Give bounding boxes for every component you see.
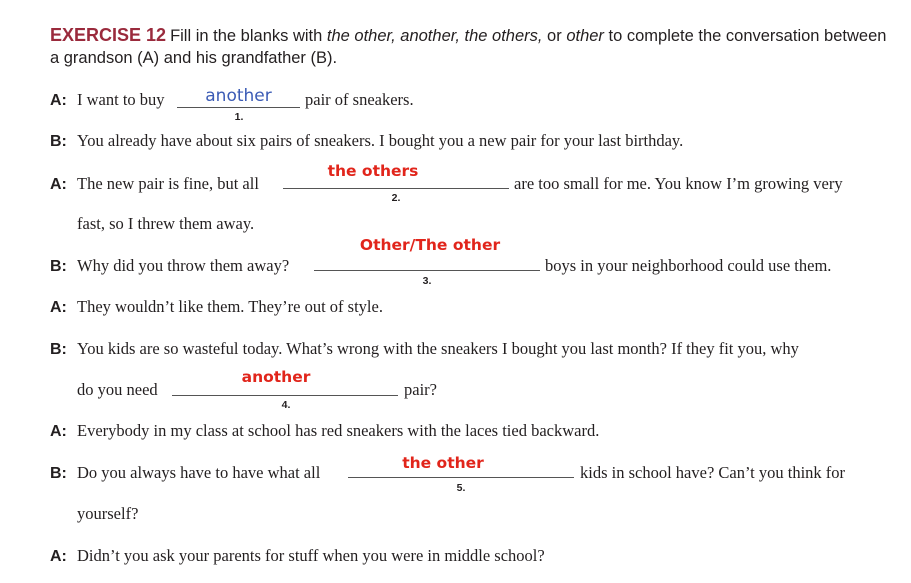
answer-blank-2[interactable] xyxy=(283,188,509,189)
speaker-label: B: xyxy=(50,133,67,150)
line-text-after: are too small for me. You know I’m growi… xyxy=(514,174,843,193)
dialogue-line-2: B: You already have about six pairs of sn… xyxy=(50,131,683,151)
answer-4: another xyxy=(241,368,311,386)
line-continuation: do you need xyxy=(77,380,158,399)
line-text: You already have about six pairs of snea… xyxy=(77,131,684,150)
dialogue-line-1: A: I want to buy xyxy=(50,90,165,110)
blank-number-1: 1. xyxy=(234,111,244,123)
answer-1: another xyxy=(205,86,272,106)
dialogue-line-7: A: Everybody in my class at school has re… xyxy=(50,421,599,441)
dialogue-line-4: B: Why did you throw them away? xyxy=(50,256,289,276)
answer-blank-5[interactable] xyxy=(348,477,574,478)
answer-blank-3[interactable] xyxy=(314,270,540,271)
line-text: I want to buy xyxy=(77,90,165,109)
dialogue-line-9: A: Didn’t you ask your parents for stuff … xyxy=(50,546,545,566)
instruction-text: Fill in the blanks with xyxy=(170,27,327,45)
option-list: the other, another, the others, xyxy=(326,27,543,45)
line-text: You kids are so wasteful today. What’s w… xyxy=(77,339,799,358)
option-other: other xyxy=(566,27,604,45)
speaker-label: A: xyxy=(50,92,67,109)
answer-blank-4[interactable] xyxy=(172,395,398,396)
exercise-instructions: EXERCISE 12 Fill in the blanks with the o… xyxy=(50,24,890,69)
blank-number-2: 2. xyxy=(391,192,401,204)
speaker-label: B: xyxy=(50,258,67,275)
answer-5: the other xyxy=(402,454,484,472)
speaker-label: A: xyxy=(50,548,67,565)
dialogue-line-8: B: Do you always have to have what all xyxy=(50,463,320,483)
speaker-label: A: xyxy=(50,176,67,193)
answer-2: the others xyxy=(327,162,419,180)
line-text: Everybody in my class at school has red … xyxy=(77,421,600,440)
dialogue-line-6: B: You kids are so wasteful today. What’s… xyxy=(50,339,799,359)
line-text: Do you always have to have what all xyxy=(77,463,321,482)
blank-number-5: 5. xyxy=(456,482,466,494)
exercise-label: EXERCISE 12 xyxy=(50,25,167,45)
line-text-after: boys in your neighborhood could use them… xyxy=(545,256,832,275)
line-text: They wouldn’t like them. They’re out of … xyxy=(77,297,383,316)
blank-number-3: 3. xyxy=(422,275,432,287)
line-text: Didn’t you ask your parents for stuff wh… xyxy=(77,546,545,565)
line-text-after: pair? xyxy=(404,380,437,399)
blank-number-4: 4. xyxy=(281,399,291,411)
line-continuation: fast, so I threw them away. xyxy=(77,214,255,233)
answer-blank-1[interactable] xyxy=(177,107,300,108)
line-text-after: kids in school have? Can’t you think for xyxy=(580,463,846,482)
dialogue-line-3: A: The new pair is fine, but all xyxy=(50,174,259,194)
speaker-label: A: xyxy=(50,423,67,440)
speaker-label: B: xyxy=(50,465,67,482)
speaker-label: B: xyxy=(50,341,67,358)
line-text-after: pair of sneakers. xyxy=(305,90,414,109)
dialogue-line-5: A: They wouldn’t like them. They’re out o… xyxy=(50,297,383,317)
line-continuation: yourself? xyxy=(77,504,139,523)
line-text: Why did you throw them away? xyxy=(77,256,290,275)
line-text: The new pair is fine, but all xyxy=(77,174,259,193)
instruction-text: or xyxy=(542,27,567,45)
speaker-label: A: xyxy=(50,299,67,316)
answer-3: Other/The other xyxy=(359,236,501,254)
